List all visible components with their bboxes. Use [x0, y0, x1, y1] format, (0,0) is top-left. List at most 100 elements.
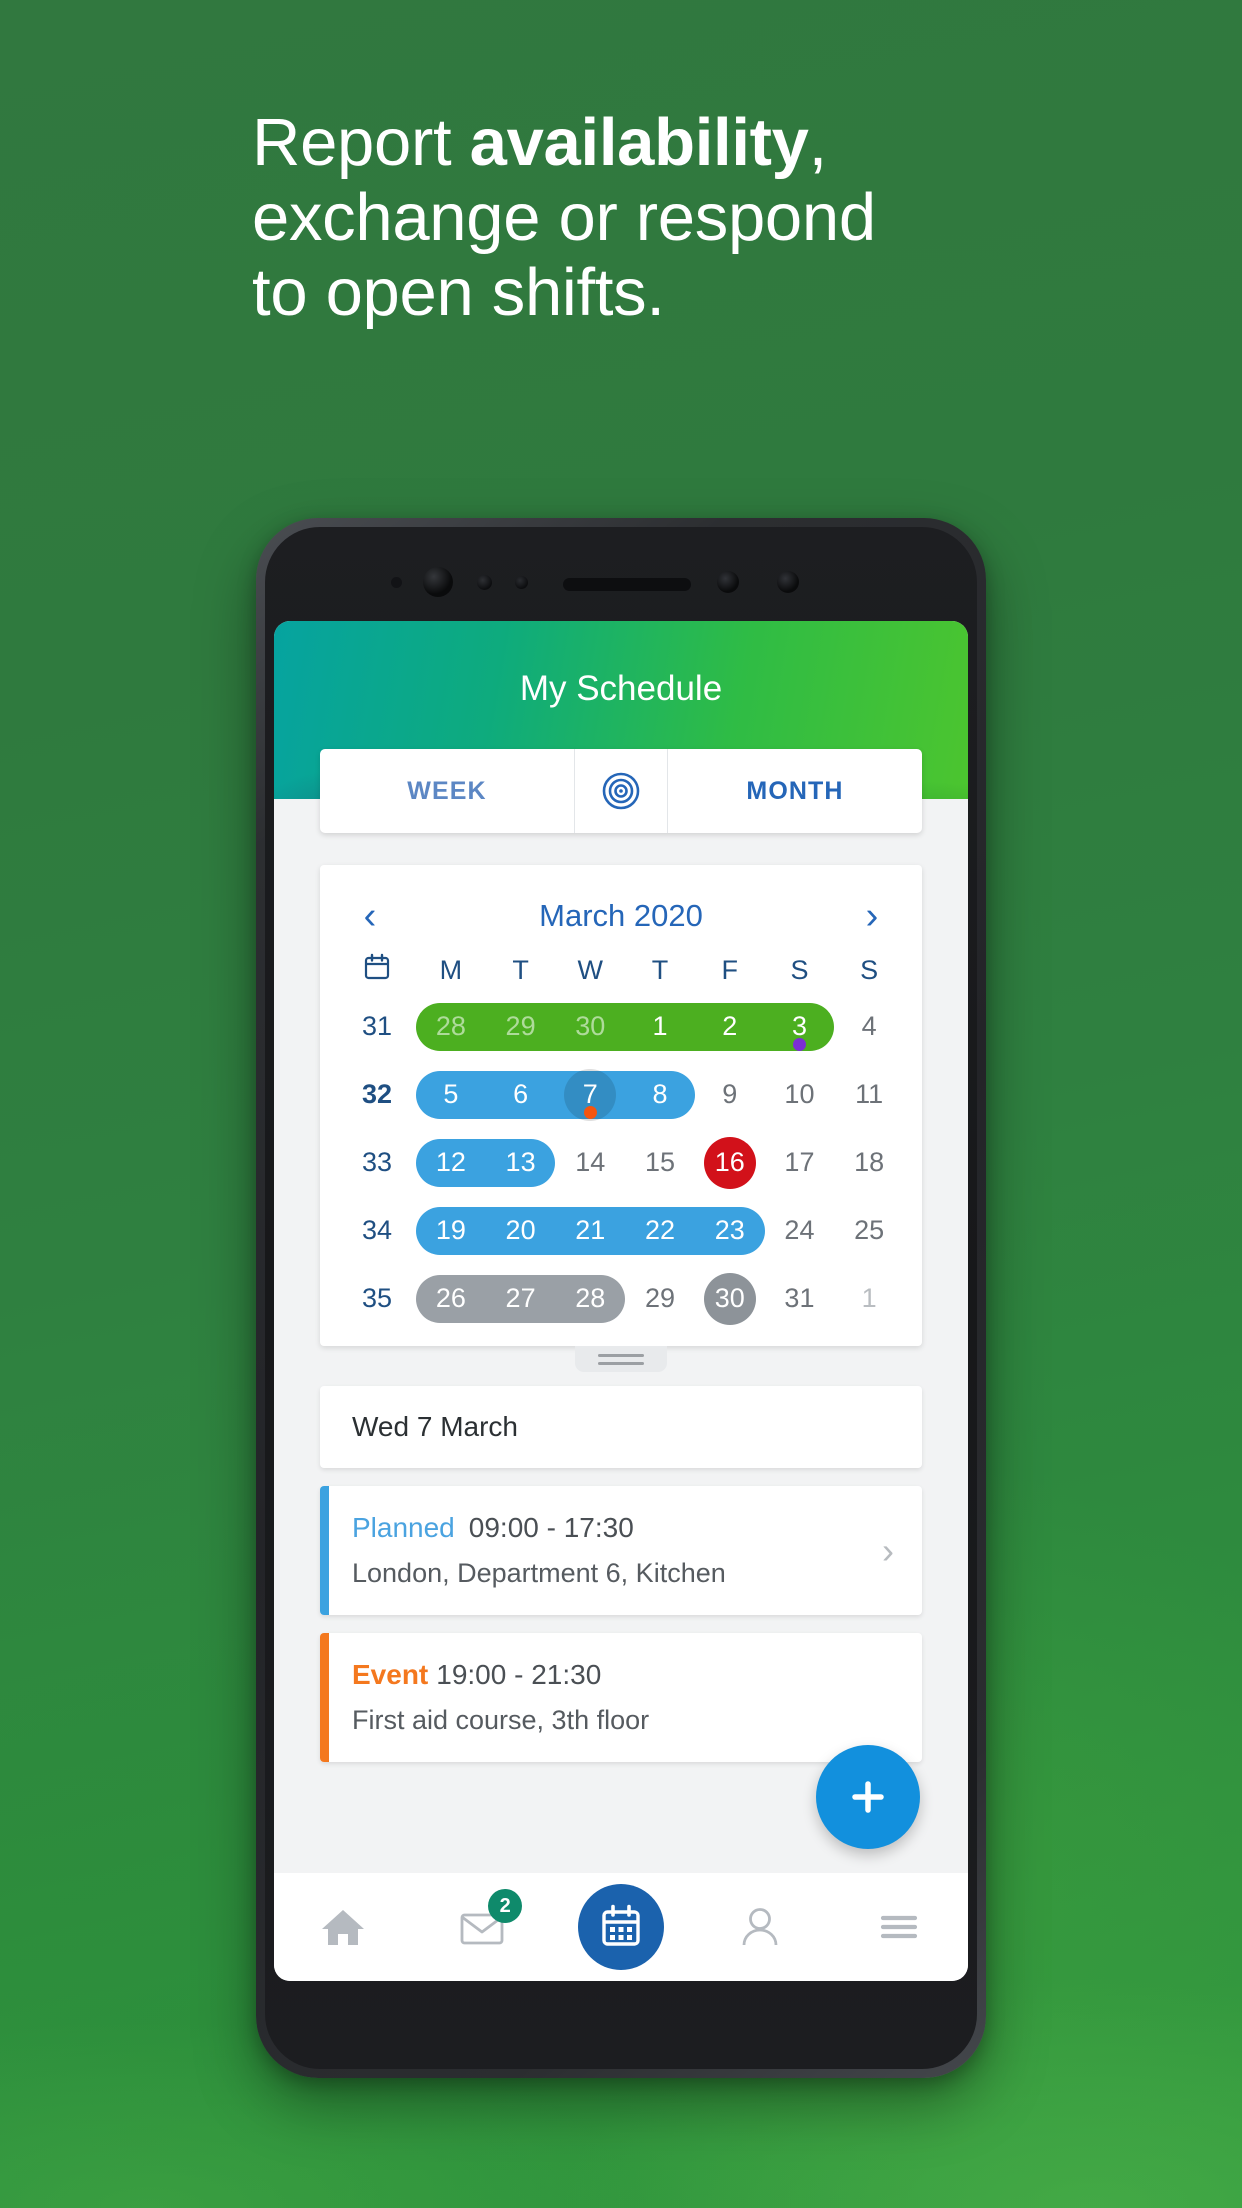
calendar-week-row[interactable]: 35 26 27 28 29 30 31 1 [320, 1264, 922, 1332]
event-detail: London, Department 6, Kitchen [352, 1558, 726, 1588]
light-sensor-icon [515, 576, 528, 589]
calendar-day[interactable]: 21 [555, 1203, 625, 1257]
calendar-day[interactable]: 31 [765, 1271, 835, 1325]
drag-handle-line [598, 1353, 644, 1357]
calendar-drag-handle[interactable] [575, 1346, 667, 1372]
headline-line2: exchange or respond [252, 180, 876, 256]
dow-1: T [512, 955, 529, 985]
calendar-day[interactable]: 14 [555, 1135, 625, 1189]
tab-month[interactable]: MONTH [668, 749, 922, 833]
calendar-day[interactable]: 19 [416, 1203, 486, 1257]
week-days: 19 20 21 22 23 24 25 [416, 1203, 904, 1257]
event-time: 09:00 - 17:30 [468, 1512, 634, 1543]
week-days: 12 13 14 15 16 17 18 [416, 1135, 904, 1189]
calendar-day[interactable]: 13 [486, 1135, 556, 1189]
selected-day-header: Wed 7 March [320, 1386, 922, 1468]
week-number: 31 [361, 1010, 393, 1041]
led-indicator-icon [777, 571, 799, 593]
dow-0: M [439, 955, 463, 985]
week-number: 32 [361, 1078, 393, 1109]
event-time: 19:00 - 21:30 [436, 1659, 602, 1690]
view-mode-tabs: WEEK MONTH [320, 749, 922, 833]
week-days: 28 29 30 1 2 3 4 [416, 999, 904, 1053]
add-button[interactable] [816, 1745, 920, 1849]
event-kind-label: Event [352, 1659, 429, 1690]
calendar-day[interactable]: 29 [486, 999, 556, 1053]
calendar-day[interactable]: 11 [834, 1067, 904, 1121]
calendar-day[interactable]: 5 [416, 1067, 486, 1121]
event-summary: Event 19:00 - 21:30 [352, 1659, 892, 1691]
sensor-dot-icon [391, 577, 402, 588]
calendar-day[interactable]: 20 [486, 1203, 556, 1257]
week-number-column-header [338, 953, 416, 988]
calendar-day[interactable]: 24 [765, 1203, 835, 1257]
calendar-nav: ‹ March 2020 › [320, 887, 922, 945]
phone-device: My Schedule WEEK MONTH ‹ March 2020 › M … [256, 518, 986, 2078]
phone-bezel: My Schedule WEEK MONTH ‹ March 2020 › M … [265, 527, 977, 2069]
nav-item-profile[interactable] [690, 1873, 829, 1981]
calendar-day[interactable]: 25 [834, 1203, 904, 1257]
calendar-day[interactable]: 4 [834, 999, 904, 1053]
chevron-right-icon[interactable]: › [882, 1532, 894, 1569]
calendar-icon [602, 1904, 640, 1946]
calendar-week-row[interactable]: 32 5 6 7 8 9 10 11 [320, 1060, 922, 1128]
target-icon [602, 772, 640, 810]
calendar-day[interactable]: 26 [416, 1271, 486, 1325]
schedule-active-circle [577, 1884, 664, 1970]
calendar-day[interactable]: 17 [765, 1135, 835, 1189]
calendar-day[interactable]: 15 [625, 1135, 695, 1189]
hamburger-menu-icon [880, 1915, 917, 1939]
day-of-week-header: M T W T F S S [320, 945, 922, 992]
calendar-day[interactable]: 10 [765, 1067, 835, 1121]
calendar-week-row[interactable]: 33 12 13 14 15 16 17 18 [320, 1128, 922, 1196]
calendar-day[interactable]: 23 [695, 1203, 765, 1257]
person-icon [742, 1908, 778, 1946]
prev-month-button[interactable]: ‹ [350, 897, 390, 935]
next-month-button[interactable]: › [852, 897, 892, 935]
phone-sensors [265, 567, 977, 597]
calendar-day[interactable]: 12 [416, 1135, 486, 1189]
tab-week[interactable]: WEEK [320, 749, 574, 833]
nav-item-home[interactable] [274, 1873, 413, 1981]
week-number: 35 [361, 1282, 393, 1313]
calendar-day[interactable]: 16 [695, 1135, 765, 1189]
week-number: 34 [361, 1214, 393, 1245]
calendar-day[interactable]: 30 [555, 999, 625, 1053]
event-list: Planned 09:00 - 17:30 London, Department 6… [274, 1486, 968, 1762]
earpiece-speaker [563, 578, 691, 591]
calendar-day[interactable]: 30 [695, 1271, 765, 1325]
promo-page: Report availability, exchange or respond… [0, 0, 1242, 2208]
calendar-day[interactable]: 6 [486, 1067, 556, 1121]
calendar-day[interactable]: 27 [486, 1271, 556, 1325]
nav-item-menu[interactable] [829, 1873, 968, 1981]
event-summary: Planned 09:00 - 17:30 [352, 1512, 892, 1544]
dow-6: S [860, 955, 879, 985]
app-title: My Schedule [519, 669, 723, 708]
calendar-day[interactable]: 28 [555, 1271, 625, 1325]
event-detail: First aid course, 3th floor [352, 1705, 650, 1735]
headline-line3: to open shifts. [252, 255, 665, 331]
nav-item-messages[interactable]: 2 [413, 1873, 552, 1981]
page-title: Report availability, exchange or respond… [252, 105, 1072, 330]
calendar-day[interactable]: 1 [834, 1271, 904, 1325]
calendar-icon [364, 953, 390, 980]
calendar-day[interactable]: 22 [625, 1203, 695, 1257]
calendar-week-row[interactable]: 34 19 20 21 22 23 24 25 [320, 1196, 922, 1264]
calendar-week-row[interactable]: 31 28 29 30 1 2 3 4 [320, 992, 922, 1060]
iris-sensor-icon [717, 571, 739, 593]
calendar-day[interactable]: 9 [695, 1067, 765, 1121]
calendar-day[interactable]: 8 [625, 1067, 695, 1121]
calendar-day[interactable]: 28 [416, 999, 486, 1053]
nav-item-schedule[interactable] [552, 1873, 691, 1981]
dow-2: W [577, 955, 604, 985]
calendar-day[interactable]: 29 [625, 1271, 695, 1325]
calendar-day[interactable]: 18 [834, 1135, 904, 1189]
tab-today-target[interactable] [574, 749, 668, 833]
calendar-day[interactable]: 2 [695, 999, 765, 1053]
calendar-day[interactable]: 1 [625, 999, 695, 1053]
event-card[interactable]: Event 19:00 - 21:30 First aid course, 3th … [320, 1633, 922, 1762]
headline-part1: Report [252, 105, 470, 180]
calendar-month-label: March 2020 [539, 898, 703, 933]
event-kind-label: Planned [352, 1512, 455, 1543]
event-card[interactable]: Planned 09:00 - 17:30 London, Department 6… [320, 1486, 922, 1615]
